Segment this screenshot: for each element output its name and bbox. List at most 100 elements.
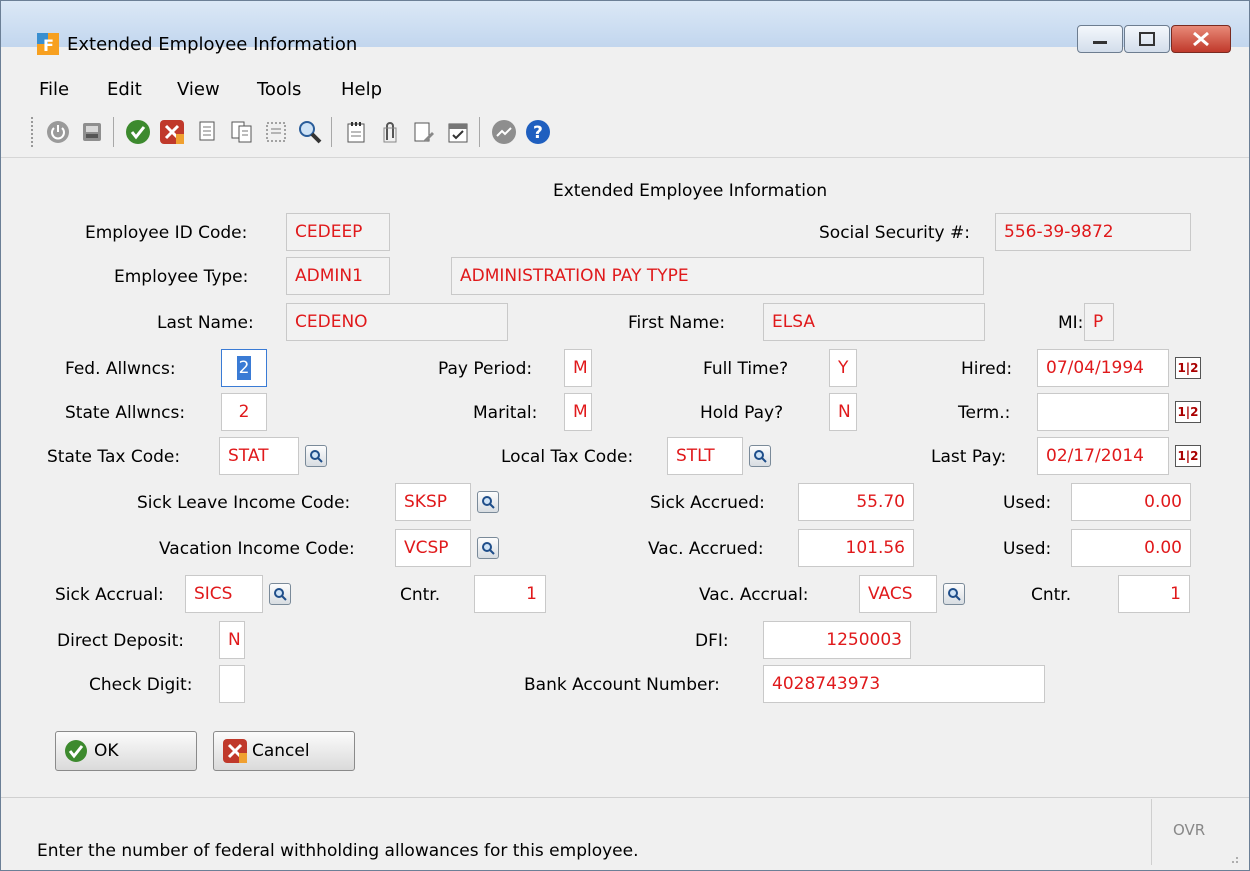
notepad-icon[interactable] (343, 119, 369, 145)
vacation-income-code-field[interactable]: VCSP (395, 529, 471, 567)
direct-deposit-label: Direct Deposit: (57, 631, 185, 651)
help-icon[interactable]: ? (525, 119, 551, 145)
maximize-button[interactable] (1124, 25, 1170, 53)
direct-deposit-field[interactable]: N (219, 621, 245, 659)
chart-icon[interactable] (491, 119, 517, 145)
cancel-icon (222, 738, 248, 764)
minimize-button[interactable] (1077, 25, 1123, 53)
cancel-icon[interactable] (159, 119, 185, 145)
local-tax-lookup-icon[interactable] (749, 445, 771, 467)
check-icon[interactable] (125, 119, 151, 145)
toolbar-separator (331, 117, 332, 147)
menu-view[interactable]: View (177, 79, 220, 100)
hold-pay-field[interactable]: N (829, 393, 857, 431)
vac-accrual-field[interactable]: VACS (859, 575, 937, 613)
sick-accrued-label: Sick Accrued: (650, 493, 765, 513)
zoom-icon[interactable] (297, 119, 323, 145)
fed-allowances-field[interactable]: 2 (221, 349, 267, 387)
employee-type-label: Employee Type: (114, 267, 249, 287)
full-time-label: Full Time? (703, 359, 789, 379)
check-digit-label: Check Digit: (89, 675, 193, 695)
last-name-field[interactable]: CEDENO (286, 303, 508, 341)
ovr-indicator: OVR (1173, 821, 1206, 839)
form-heading: Extended Employee Information (553, 181, 828, 201)
vac-used-label: Used: (1003, 539, 1052, 559)
hired-calendar-icon[interactable]: 1|2 (1175, 357, 1201, 379)
last-name-label: Last Name: (157, 313, 254, 333)
employee-id-field[interactable]: CEDEEP (286, 213, 390, 251)
sick-accrued-field[interactable]: 55.70 (798, 483, 914, 521)
ssn-label: Social Security #: (819, 223, 970, 243)
resize-grip-icon[interactable] (1227, 849, 1239, 863)
menu-help[interactable]: Help (341, 79, 382, 100)
check-icon (64, 739, 88, 763)
state-allowances-field[interactable]: 2 (221, 393, 267, 431)
local-tax-code-field[interactable]: STLT (667, 437, 743, 475)
vac-cntr-label: Cntr. (1031, 585, 1072, 605)
ok-button[interactable]: OK (55, 731, 197, 771)
cancel-button-label: Cancel (252, 741, 310, 761)
state-tax-code-field[interactable]: STAT (219, 437, 299, 475)
mi-label: MI: (1058, 313, 1084, 333)
vac-used-field[interactable]: 0.00 (1071, 529, 1191, 567)
status-divider (1151, 799, 1152, 865)
print-icon[interactable] (79, 119, 105, 145)
bank-account-field[interactable]: 4028743973 (763, 665, 1045, 703)
check-digit-field[interactable] (219, 665, 245, 703)
copy-doc-icon[interactable] (195, 119, 221, 145)
copy-doc2-icon[interactable] (229, 119, 255, 145)
ssn-field[interactable]: 556-39-9872 (995, 213, 1191, 251)
sick-accrual-lookup-icon[interactable] (269, 583, 291, 605)
cancel-button[interactable]: Cancel (213, 731, 355, 771)
window-title: Extended Employee Information (67, 34, 358, 55)
state-tax-lookup-icon[interactable] (305, 445, 327, 467)
fed-allowances-label: Fed. Allwncs: (65, 359, 176, 379)
last-pay-calendar-icon[interactable]: 1|2 (1175, 445, 1201, 467)
status-message: Enter the number of federal withholding … (37, 841, 639, 861)
select-doc-icon[interactable] (263, 119, 289, 145)
hired-label: Hired: (961, 359, 1013, 379)
mi-field[interactable]: P (1084, 303, 1114, 341)
sick-leave-lookup-icon[interactable] (477, 491, 499, 513)
app-window: F Extended Employee Information File Edi… (0, 0, 1250, 871)
pay-period-field[interactable]: M (564, 349, 592, 387)
vac-accrued-label: Vac. Accrued: (648, 539, 764, 559)
calendar-check-icon[interactable] (445, 119, 471, 145)
document-edit-icon[interactable] (411, 119, 437, 145)
sick-used-field[interactable]: 0.00 (1071, 483, 1191, 521)
first-name-field[interactable]: ELSA (763, 303, 985, 341)
sick-cntr-label: Cntr. (400, 585, 441, 605)
hired-field[interactable]: 07/04/1994 (1037, 349, 1169, 387)
bank-account-label: Bank Account Number: (524, 675, 720, 695)
sick-cntr-field[interactable]: 1 (474, 575, 546, 613)
attach-icon[interactable] (377, 119, 403, 145)
state-allowances-label: State Allwncs: (65, 403, 186, 423)
vac-cntr-field[interactable]: 1 (1118, 575, 1190, 613)
vac-accrued-field[interactable]: 101.56 (798, 529, 914, 567)
menu-edit[interactable]: Edit (107, 79, 142, 100)
dfi-field[interactable]: 1250003 (763, 621, 911, 659)
close-button[interactable] (1171, 25, 1231, 53)
sick-leave-income-code-field[interactable]: SKSP (395, 483, 471, 521)
power-icon[interactable] (45, 119, 71, 145)
last-pay-label: Last Pay: (931, 447, 1007, 467)
vac-accrual-label: Vac. Accrual: (699, 585, 809, 605)
hold-pay-label: Hold Pay? (700, 403, 784, 423)
vac-accrual-lookup-icon[interactable] (943, 583, 965, 605)
term-calendar-icon[interactable]: 1|2 (1175, 401, 1201, 423)
sick-accrual-field[interactable]: SICS (185, 575, 263, 613)
full-time-field[interactable]: Y (829, 349, 857, 387)
fed-allowances-value: 2 (236, 356, 252, 380)
marital-field[interactable]: M (564, 393, 592, 431)
toolbar-separator (113, 117, 114, 147)
svg-text:?: ? (533, 123, 543, 143)
toolbar-separator (479, 117, 480, 147)
vacation-income-code-label: Vacation Income Code: (159, 539, 355, 559)
vacation-lookup-icon[interactable] (477, 537, 499, 559)
employee-type-field[interactable]: ADMIN1 (286, 257, 390, 295)
term-field[interactable] (1037, 393, 1169, 431)
menu-tools[interactable]: Tools (257, 79, 301, 100)
toolbar-grip (31, 117, 37, 147)
menu-file[interactable]: File (39, 79, 69, 100)
last-pay-field[interactable]: 02/17/2014 (1037, 437, 1169, 475)
